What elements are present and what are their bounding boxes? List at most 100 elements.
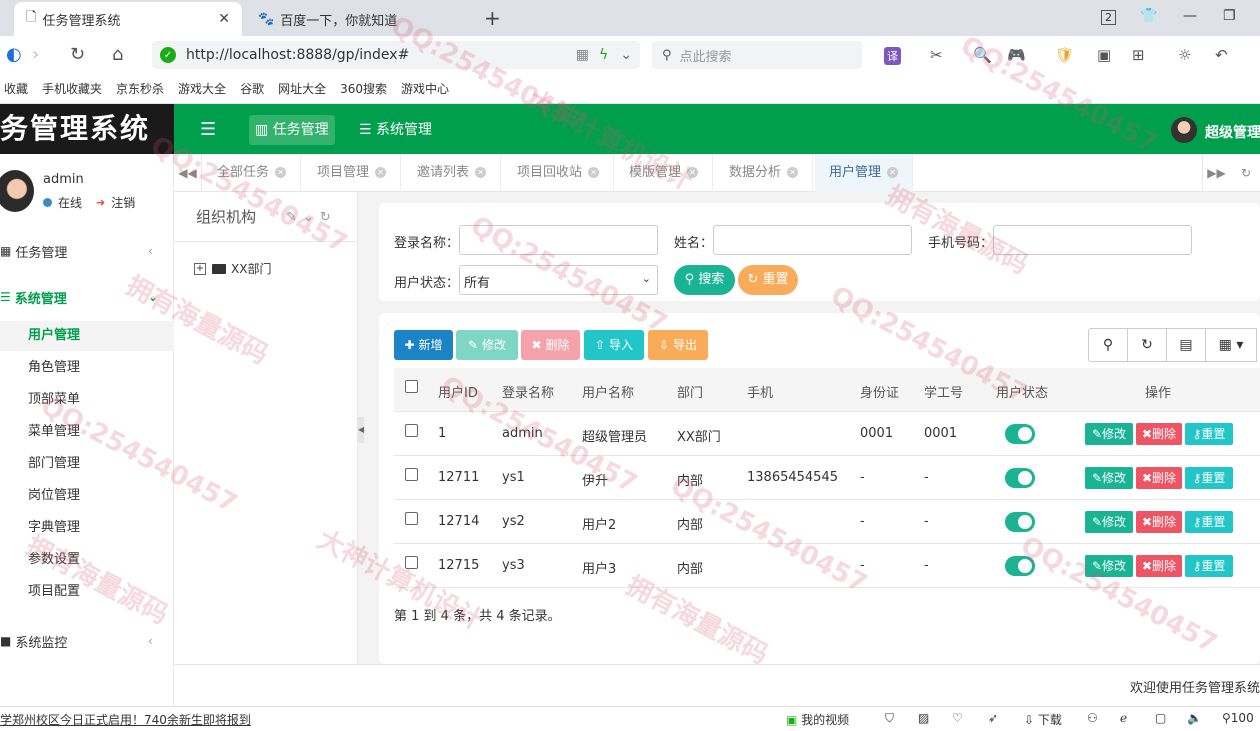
bookmark-item[interactable]: 网址大全 xyxy=(278,80,326,97)
brightness-icon[interactable]: ☼ xyxy=(1178,46,1191,64)
login-input[interactable] xyxy=(459,225,658,255)
expand-icon[interactable]: + xyxy=(194,262,206,275)
row-checkbox[interactable] xyxy=(405,468,418,481)
table-refresh-icon[interactable]: ↻ xyxy=(1127,328,1167,362)
lightning-icon[interactable]: ϟ xyxy=(599,47,608,63)
tree-node[interactable]: + XX部门 xyxy=(194,260,271,277)
row-checkbox[interactable] xyxy=(405,512,418,525)
sidebar-item-user[interactable]: 用户管理 xyxy=(0,321,174,351)
sidebar-group-system[interactable]: ☰ 系统管理 ⌄ xyxy=(0,287,174,307)
sidebar-group-task[interactable]: ▦ 任务管理 ‹ xyxy=(0,241,174,261)
sidebar-item-params[interactable]: 参数设置 xyxy=(0,545,174,575)
close-icon[interactable]: ✕ xyxy=(787,167,799,178)
table-row[interactable]: 1 admin 超级管理员 XX部门 0001 0001 ✎修改 ✖删除 ⚷重置 xyxy=(394,412,1260,456)
tab-templates[interactable]: 模版管理 ✕ xyxy=(615,154,714,192)
bookmark-item[interactable]: 收藏 xyxy=(4,80,28,97)
browser-tab[interactable]: 🐾 百度一下，你就知道 xyxy=(246,2,476,36)
row-edit-button[interactable]: ✎修改 xyxy=(1085,423,1133,445)
import-button[interactable]: ⇧ 导入 xyxy=(584,330,644,360)
tab-all-tasks[interactable]: 全部任务 ✕ xyxy=(203,154,302,192)
tabs-scroll-left-icon[interactable]: ◀◀ xyxy=(174,154,202,192)
select-all-checkbox[interactable] xyxy=(405,380,418,393)
col-header[interactable]: 学工号 xyxy=(924,382,963,401)
delete-button[interactable]: ✖ 删除 xyxy=(521,330,580,360)
close-icon[interactable]: ✕ xyxy=(218,11,230,27)
logout-link[interactable]: 注销 xyxy=(111,194,135,211)
refresh-icon[interactable]: ↻ xyxy=(1232,154,1260,192)
sidebar-icon[interactable]: ▣ xyxy=(1097,46,1111,64)
restore-icon[interactable]: ❐ xyxy=(1223,8,1236,24)
export-button[interactable]: ⇩ 导出 xyxy=(648,330,708,360)
sidebar-item-dict[interactable]: 字典管理 xyxy=(0,513,174,543)
sidebar-item-menu[interactable]: 菜单管理 xyxy=(0,417,174,447)
browser-search-box[interactable]: ⚲ 点此搜索 xyxy=(652,41,862,69)
minimize-icon[interactable]: — xyxy=(1183,8,1197,24)
status-toggle[interactable] xyxy=(1005,512,1035,532)
tab-count-badge[interactable]: 2 xyxy=(1101,10,1116,25)
sidebar-item-project-config[interactable]: 项目配置 xyxy=(0,577,174,607)
hamburger-icon[interactable]: ☰ xyxy=(200,119,216,140)
close-icon[interactable]: ✕ xyxy=(588,167,600,178)
row-reset-button[interactable]: ⚷重置 xyxy=(1185,511,1233,533)
user-menu[interactable]: 超级管理 xyxy=(1205,122,1260,142)
new-tab-icon[interactable]: + xyxy=(484,6,501,30)
row-checkbox[interactable] xyxy=(405,556,418,569)
reload-icon[interactable]: ↻ xyxy=(70,44,85,65)
wallet-icon[interactable]: 🛡 xyxy=(1055,46,1074,64)
name-input[interactable] xyxy=(713,225,912,255)
row-edit-button[interactable]: ✎修改 xyxy=(1085,511,1133,533)
row-delete-button[interactable]: ✖删除 xyxy=(1136,511,1182,533)
table-columns-icon[interactable]: ▦ ▾ xyxy=(1205,328,1257,362)
gamepad-icon[interactable]: 🎮 xyxy=(1007,46,1026,64)
col-header[interactable]: 部门 xyxy=(677,382,703,401)
close-icon[interactable]: ✕ xyxy=(475,167,487,178)
shield-icon[interactable]: ⛉ xyxy=(885,711,894,726)
row-delete-button[interactable]: ✖删除 xyxy=(1136,423,1182,445)
bookmark-item[interactable]: 游戏大全 xyxy=(178,80,226,97)
close-icon[interactable]: ✕ xyxy=(687,167,699,178)
row-delete-button[interactable]: ✖删除 xyxy=(1136,555,1182,577)
status-toggle[interactable] xyxy=(1005,424,1035,444)
sidebar-item-top-menu[interactable]: 顶部菜单 xyxy=(0,385,174,415)
edit-button[interactable]: ✎ 修改 xyxy=(456,330,518,360)
col-header[interactable]: 手机 xyxy=(747,382,773,401)
row-reset-button[interactable]: ⚷重置 xyxy=(1185,555,1233,577)
phone-input[interactable] xyxy=(993,225,1192,255)
heart-icon[interactable]: ♡ xyxy=(952,711,963,725)
chevron-down-icon[interactable]: ⌄ xyxy=(303,210,320,225)
col-header[interactable]: 身份证 xyxy=(860,382,899,401)
collapse-handle-icon[interactable]: ◀ xyxy=(358,417,364,443)
browser-tab-active[interactable]: 🗋 任务管理系统 ✕ xyxy=(14,2,242,36)
tab-analysis[interactable]: 数据分析 ✕ xyxy=(715,154,814,192)
magnifier-icon[interactable]: 🔍 xyxy=(973,46,992,64)
status-toggle[interactable] xyxy=(1005,468,1035,488)
tab-projects[interactable]: 项目管理 ✕ xyxy=(303,154,402,192)
speaker-icon[interactable]: 🔈 xyxy=(1187,711,1202,725)
sidebar-item-role[interactable]: 角色管理 xyxy=(0,353,174,383)
bookmark-item[interactable]: 手机收藏夹 xyxy=(42,80,102,97)
download-link[interactable]: ⇩ 下载 xyxy=(1024,711,1062,728)
status-select[interactable]: 所有 ⌄ xyxy=(459,265,658,295)
table-search-icon[interactable]: ⚲ xyxy=(1088,328,1128,362)
shirt-icon[interactable]: 👕 xyxy=(1140,8,1157,24)
url-field[interactable]: ✓ http://localhost:8888/gp/index# ▦ ϟ ⌄ xyxy=(152,41,640,69)
tab-invites[interactable]: 邀请列表 ✕ xyxy=(403,154,502,192)
translate-icon[interactable]: 译 xyxy=(884,47,901,65)
col-header[interactable]: 用户ID xyxy=(438,382,478,401)
logout-icon[interactable]: ➜ xyxy=(96,196,105,209)
apps-icon[interactable]: ⊞ xyxy=(1132,46,1145,64)
table-row[interactable]: 12714 ys2 用户2 内部 - - ✎修改 ✖删除 ⚷重置 xyxy=(394,500,1260,544)
reset-button[interactable]: ↻ 重置 xyxy=(738,265,798,295)
edit-icon[interactable]: ✎ xyxy=(286,210,303,225)
table-toggle-view-icon[interactable]: ▤ xyxy=(1166,328,1206,362)
rocket-icon[interactable]: ➶ xyxy=(988,711,998,725)
chevron-down-icon[interactable]: ⌄ xyxy=(620,47,632,63)
col-header[interactable]: 用户状态 xyxy=(996,382,1048,401)
ie-icon[interactable]: ℯ xyxy=(1120,711,1127,725)
image-icon[interactable]: ▨ xyxy=(918,711,929,725)
row-reset-button[interactable]: ⚷重置 xyxy=(1185,467,1233,489)
row-edit-button[interactable]: ✎修改 xyxy=(1085,555,1133,577)
tab-recycle[interactable]: 项目回收站 ✕ xyxy=(503,154,615,192)
sidebar-group-monitor[interactable]: ■ 系统监控 ‹ xyxy=(0,631,174,651)
bookmark-item[interactable]: 京东秒杀 xyxy=(116,80,164,97)
